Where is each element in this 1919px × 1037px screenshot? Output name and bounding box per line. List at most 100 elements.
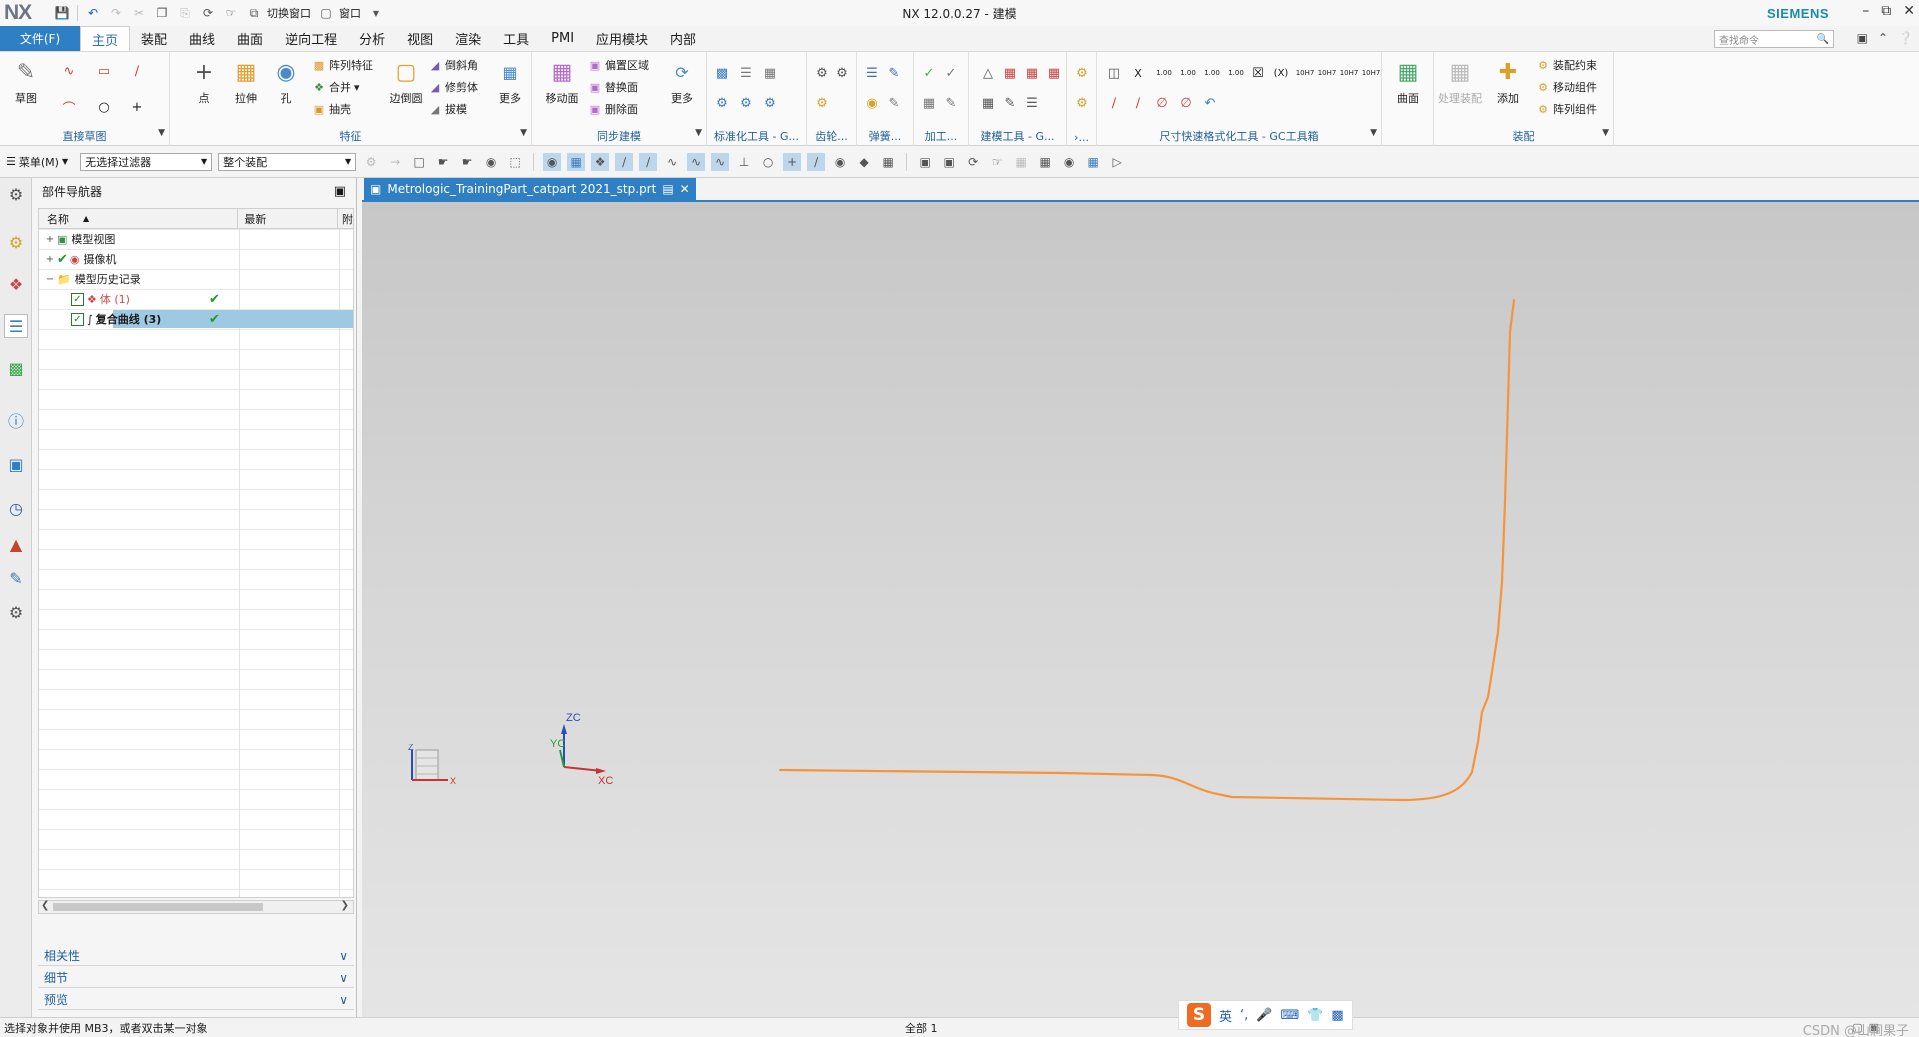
- pattern-feature-button[interactable]: ▩ 阵列特征: [312, 56, 373, 74]
- skin-icon[interactable]: 👕: [1307, 1008, 1323, 1023]
- close-tab-icon[interactable]: ✕: [680, 182, 690, 196]
- dim-line-icon[interactable]: ∕: [1129, 94, 1147, 112]
- selection-tool-icon[interactable]: →: [386, 153, 404, 171]
- snap-tangent-icon[interactable]: ⊥: [735, 153, 753, 171]
- modeling-tool-icon[interactable]: ▦: [1045, 64, 1063, 82]
- pan-icon[interactable]: ☞: [988, 153, 1006, 171]
- modeling-tool-icon[interactable]: ✎: [1001, 94, 1019, 112]
- snap-curve-icon[interactable]: ∿: [663, 153, 681, 171]
- selection-tool-icon[interactable]: ☛: [434, 153, 452, 171]
- window-menu-button[interactable]: 窗口: [339, 5, 361, 21]
- system-materials-icon[interactable]: ▲: [4, 532, 28, 556]
- file-menu-button[interactable]: 文件(F): [0, 26, 80, 51]
- sketch-point-icon[interactable]: +: [128, 98, 146, 116]
- help-icon[interactable]: ❔: [1898, 31, 1913, 45]
- switch-window-button[interactable]: 切换窗口: [267, 5, 311, 21]
- tab-surface[interactable]: 曲面: [226, 26, 274, 51]
- process-assembly-button[interactable]: ▦ 处理装配: [1438, 56, 1482, 106]
- maximize-icon[interactable]: ▣: [334, 184, 346, 199]
- rectangle-icon[interactable]: ▭: [95, 62, 113, 80]
- point-button[interactable]: + 点: [182, 56, 226, 106]
- selection-scope-dropdown[interactable]: 整个装配 ▼: [218, 152, 357, 171]
- constraint-navigator-icon[interactable]: ❖: [4, 272, 28, 296]
- draft-button[interactable]: ◢ 拔模: [428, 100, 467, 118]
- horizontal-scrollbar[interactable]: ❮ ❯: [38, 900, 354, 914]
- undo-icon[interactable]: ↶: [85, 5, 101, 21]
- gear-icon[interactable]: ⚙: [813, 64, 831, 82]
- std-tool-icon[interactable]: ▦: [761, 64, 779, 82]
- touch-mode-icon[interactable]: ☞: [223, 5, 239, 21]
- paste-icon[interactable]: ⎘: [177, 5, 193, 21]
- dim-box-icon[interactable]: ☒: [1249, 64, 1267, 82]
- dim-line-icon[interactable]: ∕: [1105, 94, 1123, 112]
- dim-fit-button[interactable]: 10H7: [1295, 64, 1315, 82]
- machining-icon[interactable]: ✓: [942, 64, 960, 82]
- gear-icon[interactable]: ⚙: [813, 94, 831, 112]
- document-tab[interactable]: ▣ Metrologic_TrainingPart_catpart 2021_s…: [364, 178, 696, 200]
- trim-body-button[interactable]: ◢ 修剪体: [428, 78, 478, 96]
- visibility-checkbox[interactable]: ✓: [71, 312, 84, 326]
- cut-icon[interactable]: ✂: [131, 5, 147, 21]
- unite-button[interactable]: ❖ 合并 ▾: [312, 78, 359, 96]
- orient-view-icon[interactable]: ▦: [1036, 153, 1054, 171]
- feature-more-button[interactable]: ▦ 更多: [488, 56, 532, 106]
- modeling-tool-icon[interactable]: ▦: [1001, 64, 1019, 82]
- tab-tools[interactable]: 工具: [492, 26, 540, 51]
- std-tool-icon[interactable]: ⚙: [737, 94, 755, 112]
- collapse-icon[interactable]: −: [45, 274, 55, 285]
- tab-assembly[interactable]: 装配: [130, 26, 178, 51]
- snap-cross-icon[interactable]: +: [783, 152, 802, 171]
- view-cube-icon[interactable]: ▦: [1084, 153, 1102, 171]
- snap-face-icon[interactable]: ◉: [831, 153, 849, 171]
- tab-pmi[interactable]: PMI: [540, 26, 585, 51]
- dim-ref-button[interactable]: (X): [1269, 64, 1293, 82]
- ribbon-display-icon[interactable]: ▣: [1857, 31, 1868, 45]
- zoom-icon[interactable]: ▣: [940, 153, 958, 171]
- tree-node-composite-curve[interactable]: ✓ ∫ 复合曲线 (3) ✔: [39, 309, 353, 329]
- modeling-tool-icon[interactable]: △: [979, 64, 997, 82]
- minimize-icon[interactable]: –: [1862, 3, 1869, 19]
- tab-curve[interactable]: 曲线: [178, 26, 226, 51]
- composite-curve[interactable]: [778, 298, 1516, 802]
- dim-fit-button[interactable]: 10H7: [1339, 64, 1359, 82]
- panel-dependencies[interactable]: 相关性 ∨: [38, 946, 354, 966]
- rotate-icon[interactable]: ⟳: [964, 153, 982, 171]
- diameter-icon[interactable]: ∅: [1153, 94, 1171, 112]
- arc-icon[interactable]: ⌒: [60, 98, 78, 117]
- surface-button[interactable]: ▦ 曲面: [1386, 56, 1430, 106]
- pattern-component-button[interactable]: ⚙ 阵列组件: [1536, 100, 1597, 118]
- snap-line-icon[interactable]: ∕: [615, 152, 634, 171]
- assembly-constraints-button[interactable]: ⚙ 装配约束: [1536, 56, 1597, 74]
- command-search-input[interactable]: 查找命令 🔍: [1714, 30, 1834, 48]
- switch-window-icon[interactable]: ⧉: [246, 5, 262, 21]
- model-canvas[interactable]: ZC YC XC: [362, 202, 1919, 1017]
- copy-icon[interactable]: ❐: [154, 5, 170, 21]
- spring-icon[interactable]: ◉: [863, 94, 881, 112]
- dim-undo-icon[interactable]: ↶: [1201, 94, 1219, 112]
- std-tool-icon[interactable]: ▩: [713, 64, 731, 82]
- line-icon[interactable]: ∕: [128, 62, 146, 80]
- tab-view[interactable]: 视图: [396, 26, 444, 51]
- dim-tolerance-button[interactable]: 1.00: [1177, 64, 1199, 82]
- punctuation-icon[interactable]: ‘,: [1240, 1008, 1248, 1023]
- edge-blend-button[interactable]: ▢ 边倒圆: [384, 56, 428, 106]
- roles-icon[interactable]: ⚙: [4, 600, 28, 624]
- type-filter-dropdown[interactable]: 无选择过滤器 ▼: [80, 152, 213, 171]
- panel-details[interactable]: 细节 ∨: [38, 968, 354, 988]
- profile-icon[interactable]: ∿: [60, 62, 78, 80]
- tree-node-cameras[interactable]: + ✔ ◉ 摄像机: [39, 249, 353, 269]
- machining-icon[interactable]: ✓: [920, 64, 938, 82]
- restore-icon[interactable]: ⧉: [1881, 3, 1891, 19]
- panel-preview[interactable]: 预览 ∨: [38, 990, 354, 1010]
- replace-face-button[interactable]: ▣ 替换面: [588, 78, 638, 96]
- info-icon[interactable]: ⓘ: [4, 408, 28, 432]
- redo-icon[interactable]: ↷: [108, 5, 124, 21]
- search-icon[interactable]: 🔍: [1817, 34, 1829, 45]
- tree-node-model-views[interactable]: + ▣ 模型视图: [39, 229, 353, 249]
- snap-face-icon[interactable]: ◉: [543, 152, 562, 171]
- tree-node-body[interactable]: ✓ ❖ 体 (1) ✔: [39, 289, 353, 309]
- reuse-library-icon[interactable]: ▩: [4, 356, 28, 380]
- tab-options-icon[interactable]: ▤: [662, 182, 673, 196]
- machining-icon[interactable]: ✎: [942, 94, 960, 112]
- graphics-window[interactable]: ZC YC XC Z X: [362, 202, 1919, 1017]
